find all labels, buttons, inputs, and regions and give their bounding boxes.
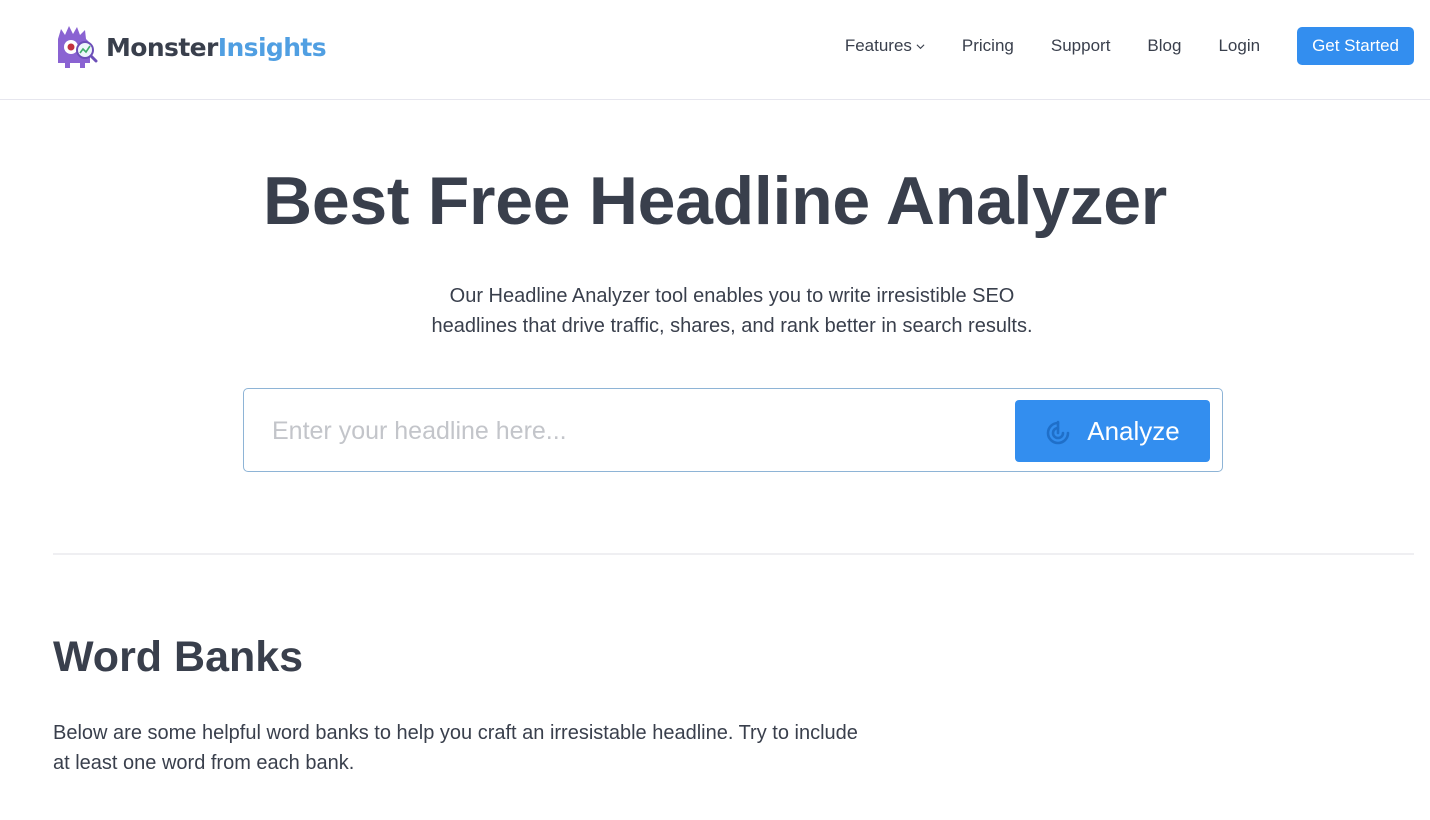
- main-nav: Features Pricing Support Blog Login Get …: [845, 27, 1414, 65]
- headline-input[interactable]: [264, 403, 1004, 459]
- nav-login[interactable]: Login: [1218, 36, 1260, 56]
- radar-icon: [1046, 420, 1070, 445]
- word-banks-title: Word Banks: [53, 633, 304, 681]
- logo-text: MonsterInsights: [106, 32, 327, 62]
- chevron-down-icon: [916, 43, 925, 49]
- site-header: MonsterInsights Features Pricing Support…: [0, 0, 1430, 100]
- nav-features-label: Features: [844, 36, 912, 55]
- section-divider: [53, 553, 1414, 555]
- nav-support[interactable]: Support: [1051, 36, 1111, 56]
- analyze-button[interactable]: Analyze: [1015, 400, 1210, 462]
- headline-form: Analyze: [243, 388, 1223, 472]
- hero-subtitle: Our Headline Analyzer tool enables you t…: [0, 281, 1430, 341]
- word-banks-description: Below are some helpful word banks to hel…: [53, 722, 858, 774]
- get-started-button[interactable]: Get Started: [1297, 27, 1414, 65]
- hero-subtitle-line-1: Our Headline Analyzer tool enables you t…: [449, 285, 1015, 307]
- nav-features[interactable]: Features: [845, 36, 925, 56]
- logo-text-insights: Insights: [217, 32, 327, 62]
- nav-blog[interactable]: Blog: [1147, 36, 1181, 56]
- nav-pricing[interactable]: Pricing: [962, 36, 1014, 56]
- monster-mascot-icon: [58, 26, 98, 68]
- page-title: Best Free Headline Analyzer: [263, 163, 1167, 239]
- hero-subtitle-line-2: headlines that drive traffic, shares, an…: [431, 315, 1033, 337]
- analyze-button-label: Analyze: [1087, 415, 1180, 446]
- logo[interactable]: MonsterInsights: [52, 25, 327, 69]
- logo-text-monster: Monster: [106, 32, 218, 62]
